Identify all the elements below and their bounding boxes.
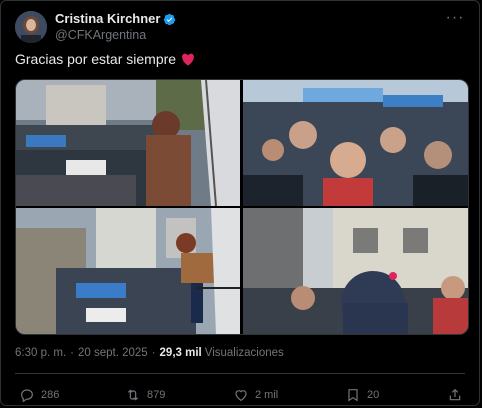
crowd-closeup-photo[interactable] bbox=[243, 80, 468, 206]
bookmark-button[interactable]: 20 bbox=[345, 387, 379, 403]
tweet-date[interactable]: 20 sept. 2025 bbox=[78, 347, 148, 359]
media-grid bbox=[15, 79, 469, 335]
share-icon bbox=[449, 388, 461, 401]
display-name[interactable]: Cristina Kirchner bbox=[55, 11, 160, 27]
tweet-header: Cristina Kirchner @CFKArgentina ··· bbox=[15, 9, 465, 45]
like-button[interactable]: 2 mil bbox=[233, 387, 278, 403]
reply-icon bbox=[21, 389, 33, 403]
like-count: 2 mil bbox=[255, 389, 279, 401]
tweet-meta: 6:30 p. m. · 20 sept. 2025 · 29,3 mil Vi… bbox=[15, 347, 284, 359]
more-options-icon[interactable]: ··· bbox=[445, 10, 465, 29]
views-count: 29,3 mil bbox=[159, 347, 202, 359]
handle[interactable]: @CFKArgentina bbox=[55, 27, 176, 43]
heart-icon bbox=[235, 390, 247, 402]
repost-button[interactable]: 879 bbox=[125, 387, 165, 403]
meta-separator-2: · bbox=[151, 347, 156, 359]
street-crowd-photo[interactable] bbox=[243, 208, 468, 334]
bookmark-icon bbox=[348, 389, 358, 402]
views-label: Visualizaciones bbox=[204, 347, 284, 359]
reply-button[interactable]: 286 bbox=[19, 387, 59, 403]
divider bbox=[15, 373, 465, 374]
tweet-card: Cristina Kirchner @CFKArgentina ··· Grac… bbox=[0, 0, 480, 406]
tweet-time[interactable]: 6:30 p. m. bbox=[15, 347, 66, 359]
meta-separator: · bbox=[70, 347, 74, 359]
verified-badge-icon bbox=[164, 13, 176, 25]
red-heart-icon bbox=[182, 53, 194, 66]
repost-icon bbox=[127, 389, 139, 401]
reply-count: 286 bbox=[41, 389, 60, 401]
tweet-text: Gracias por estar siempre bbox=[15, 51, 196, 67]
avatar[interactable] bbox=[15, 11, 47, 43]
bookmark-count: 20 bbox=[367, 389, 380, 401]
balcony-crowd-photo[interactable] bbox=[16, 80, 240, 206]
share-button[interactable] bbox=[447, 387, 463, 403]
balcony-street-photo[interactable] bbox=[16, 208, 240, 334]
tweet-body: Gracias por estar siempre bbox=[15, 51, 177, 67]
action-bar: 286 879 2 mil 20 bbox=[15, 383, 465, 405]
repost-count: 879 bbox=[147, 389, 166, 401]
